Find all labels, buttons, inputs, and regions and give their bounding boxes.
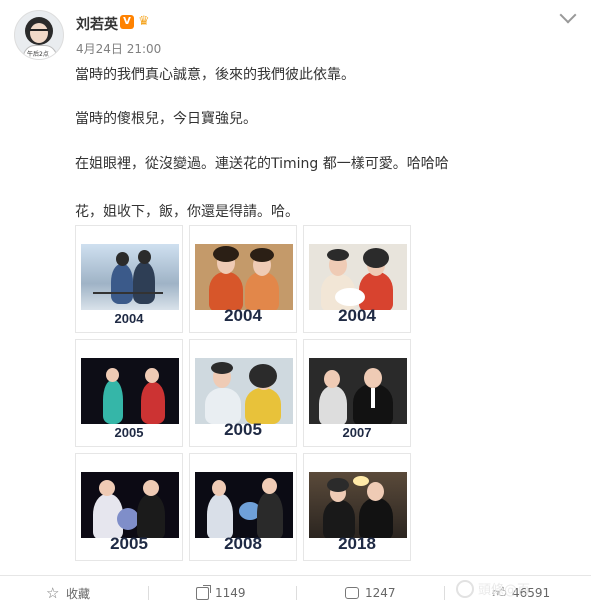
photo-image xyxy=(81,472,179,538)
avatar-glasses xyxy=(30,29,48,36)
action-separator xyxy=(296,586,297,600)
repost-button[interactable]: 1149 xyxy=(196,582,246,604)
photo-image xyxy=(81,358,179,424)
photo-thumbnail[interactable]: 2005 xyxy=(75,453,183,561)
comment-button[interactable]: 1247 xyxy=(345,582,396,604)
action-separator xyxy=(148,586,149,600)
repost-icon xyxy=(196,584,211,600)
chevron-down-icon[interactable] xyxy=(559,6,577,24)
photo-image xyxy=(309,244,407,310)
photo-year-label: 2007 xyxy=(342,425,372,440)
photo-thumbnail[interactable]: 2004 xyxy=(303,225,411,333)
photo-year-label: 2005 xyxy=(110,534,148,553)
photo-thumbnail[interactable]: 2005 xyxy=(75,339,183,447)
avatar-caption: 午后2点 xyxy=(27,51,49,58)
photo-year-label: 2004 xyxy=(224,306,262,325)
photo-thumbnail[interactable]: 2004 xyxy=(189,225,297,333)
comment-icon xyxy=(345,587,359,599)
photo-grid: 2004 2004 2004 2005 2005 2007 2005 2008 … xyxy=(75,225,411,565)
photo-thumbnail[interactable]: 2007 xyxy=(303,339,411,447)
photo-year-label: 2008 xyxy=(224,534,262,553)
star-icon: ☆ xyxy=(46,584,60,602)
photo-year-label: 2018 xyxy=(338,534,376,553)
photo-image xyxy=(309,358,407,424)
photo-image xyxy=(309,472,407,538)
comment-count: 1247 xyxy=(365,586,396,600)
post-timestamp[interactable]: 4月24日 21:00 xyxy=(76,40,161,57)
watermark-text: 頭條@百 xyxy=(478,583,531,598)
favorite-button[interactable]: ☆ 收藏 xyxy=(46,582,90,604)
action-separator xyxy=(444,586,445,600)
watermark-logo-icon xyxy=(456,579,474,598)
post-text-line-1: 當時的我們真心誠意，後來的我們彼此依靠。 xyxy=(75,67,355,83)
post-text-line-3: 在姐眼裡，從沒變過。連送花的Timing 都一樣可愛。哈哈哈 xyxy=(75,156,449,172)
favorite-label: 收藏 xyxy=(66,586,91,601)
avatar[interactable]: 午后2点 xyxy=(14,10,64,60)
post-text-line-4: 花，姐收下，飯，你還是得請。哈。 xyxy=(75,204,299,220)
photo-thumbnail[interactable]: 2008 xyxy=(189,453,297,561)
post-text-line-2: 當時的傻根兒，今日寶強兒。 xyxy=(75,111,257,127)
watermark: 頭條@百 xyxy=(456,579,530,598)
verified-badge-icon: V xyxy=(120,15,134,29)
username[interactable]: 刘若英 xyxy=(76,14,118,34)
photo-year-label: 2004 xyxy=(114,311,144,326)
action-bar-divider xyxy=(0,575,591,576)
photo-image xyxy=(195,244,293,310)
photo-year-label: 2004 xyxy=(338,306,376,325)
photo-year-label: 2005 xyxy=(224,420,262,439)
photo-image xyxy=(81,244,179,310)
repost-count: 1149 xyxy=(215,586,246,600)
photo-year-label: 2005 xyxy=(114,425,144,440)
photo-image xyxy=(195,472,293,538)
photo-thumbnail[interactable]: 2005 xyxy=(189,339,297,447)
photo-thumbnail[interactable]: 2004 xyxy=(75,225,183,333)
photo-thumbnail[interactable]: 2018 xyxy=(303,453,411,561)
photo-image xyxy=(195,358,293,424)
member-crown-icon: ♛ xyxy=(138,14,150,29)
